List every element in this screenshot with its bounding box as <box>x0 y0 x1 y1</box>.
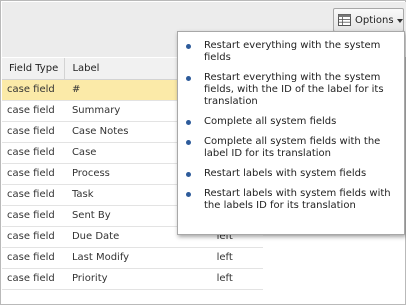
field-type-cell: case field <box>2 121 65 143</box>
menu-item-label: Complete all system fields <box>204 116 337 127</box>
menu-item-label: Restart labels with system fields <box>204 168 367 179</box>
menu-item[interactable]: Restart labels with system fields with t… <box>178 186 404 212</box>
menu-item-label: Restart labels with system fields with t… <box>204 188 391 211</box>
window-frame: Options Field Type Label case field # case… <box>0 0 406 305</box>
table-row[interactable]: case field Priority left <box>2 268 263 290</box>
menu-item[interactable]: Restart everything with the system field… <box>178 70 404 108</box>
field-type-cell: case field <box>2 100 65 122</box>
field-type-cell: case field <box>2 205 65 227</box>
menu-item-label: Restart everything with the system field… <box>204 40 381 63</box>
label-cell: Priority <box>64 268 207 290</box>
align-cell: left <box>206 247 263 269</box>
field-type-cell: case field <box>2 184 65 206</box>
bullet-icon <box>186 76 191 81</box>
bullet-icon <box>186 140 191 145</box>
menu-item[interactable]: Restart everything with the system field… <box>178 38 404 64</box>
field-type-cell: case field <box>2 79 65 101</box>
field-type-cell: case field <box>2 247 65 269</box>
field-type-cell: case field <box>2 268 65 290</box>
table-row[interactable]: case field Last Modify left <box>2 247 263 269</box>
options-dropdown-menu: Restart everything with the system field… <box>177 31 405 235</box>
options-label: Options <box>355 14 394 26</box>
menu-item[interactable]: Complete all system fields with the labe… <box>178 134 404 160</box>
menu-item-label: Complete all system fields with the labe… <box>204 136 381 159</box>
menu-item-label: Restart everything with the system field… <box>204 72 384 107</box>
field-type-cell: case field <box>2 226 65 248</box>
column-header-field-type[interactable]: Field Type <box>2 58 66 80</box>
label-cell: Last Modify <box>64 247 207 269</box>
align-cell: left <box>206 268 263 290</box>
bullet-icon <box>186 44 191 49</box>
field-type-cell: case field <box>2 163 65 185</box>
grid-icon <box>338 14 351 26</box>
bullet-icon <box>186 172 191 177</box>
field-type-cell: case field <box>2 142 65 164</box>
bullet-icon <box>186 192 191 197</box>
menu-item[interactable]: Complete all system fields <box>178 114 404 128</box>
chevron-down-icon <box>396 18 403 23</box>
bullet-icon <box>186 120 191 125</box>
menu-item[interactable]: Restart labels with system fields <box>178 166 404 180</box>
options-button[interactable]: Options <box>333 8 404 32</box>
